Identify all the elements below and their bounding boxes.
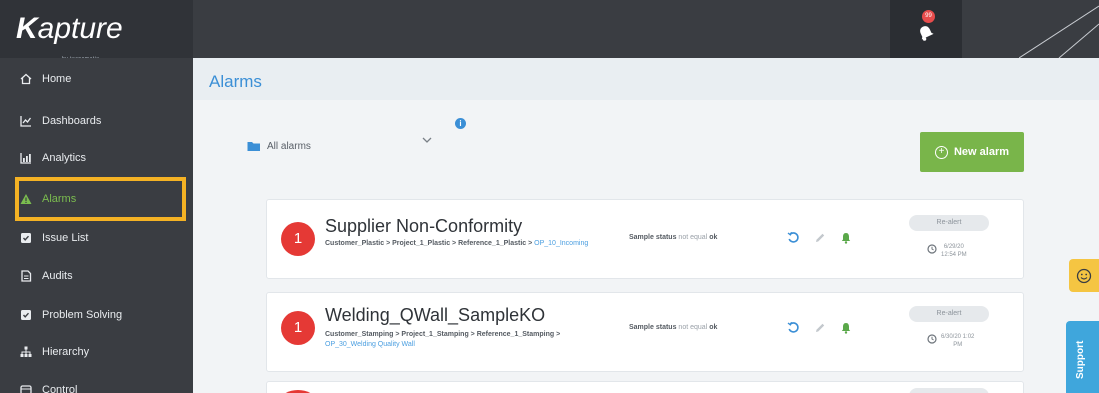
line-chart-icon	[18, 113, 34, 129]
clock-icon	[927, 244, 937, 254]
folder-icon	[247, 142, 260, 151]
alarm-hierarchy-path: Customer_Plastic > Project_1_Plastic > R…	[325, 240, 589, 247]
alarms-highlight-frame	[15, 177, 186, 221]
bell-icon[interactable]	[840, 232, 852, 244]
alarm-date: 6/30/20 1:02 PM	[927, 333, 974, 349]
support-label: Support	[1075, 340, 1086, 379]
new-alarm-button[interactable]: + New alarm	[920, 132, 1024, 172]
notifications-button[interactable]: 99	[890, 0, 962, 58]
edit-icon[interactable]	[814, 322, 826, 334]
alarm-condition: Sample status not equal ok	[629, 324, 718, 331]
alarm-card[interactable]	[266, 381, 1024, 393]
sidebar-item-label: Problem Solving	[42, 309, 123, 321]
history-icon[interactable]	[787, 321, 800, 334]
document-icon	[18, 268, 34, 284]
re-alert-button[interactable]	[909, 388, 989, 393]
alarm-condition: Sample status not equal ok	[629, 234, 718, 241]
sidebar-item-label: Hierarchy	[42, 346, 90, 358]
page-title: Alarms	[209, 72, 262, 91]
sidebar-item-hierarchy[interactable]: Hierarchy	[0, 333, 193, 371]
checkbox-icon	[18, 230, 34, 246]
alarm-hierarchy-path: Customer_Stamping > Project_1_Stamping >…	[325, 331, 561, 348]
top-bar: Kapture by tecnomatix 99	[0, 0, 1099, 63]
home-icon	[18, 71, 34, 87]
alarm-filter-value: All alarms	[267, 141, 311, 152]
sidebar-item-label: Audits	[42, 270, 73, 282]
sidebar-item-home[interactable]: Home	[0, 60, 193, 98]
sidebar-item-label: Dashboards	[42, 115, 102, 127]
hierarchy-icon	[18, 344, 34, 360]
alarm-name: Welding_QWall_SampleKO	[325, 305, 546, 325]
history-icon[interactable]	[787, 231, 800, 244]
sidebar-item-label: Analytics	[42, 152, 87, 164]
sidebar-item-dashboards[interactable]: Dashboards	[0, 102, 193, 140]
sidebar-item-control[interactable]: Control	[0, 371, 193, 393]
info-icon[interactable]: i	[455, 118, 466, 129]
feedback-button[interactable]	[1069, 259, 1099, 292]
alarm-actions	[787, 321, 866, 334]
sidebar: Home Dashboards Analytics Alarms Issue L…	[0, 58, 193, 393]
alarm-operation-link[interactable]: OP_30_Welding Quality Wall	[325, 341, 415, 348]
alarm-card[interactable]: 1 Supplier Non-Conformity Customer_Plast…	[266, 199, 1024, 279]
bar-chart-icon	[18, 150, 34, 166]
alarm-filter-dropdown[interactable]: All alarms	[247, 141, 311, 152]
bell-icon	[920, 26, 934, 41]
re-alert-button[interactable]: Re-alert	[909, 215, 989, 231]
chevron-down-icon[interactable]	[422, 137, 432, 143]
plus-circle-icon: +	[934, 145, 948, 159]
checkbox-icon	[18, 307, 34, 323]
sidebar-item-label: Issue List	[42, 232, 89, 244]
alarm-actions	[787, 231, 866, 244]
new-alarm-label: New alarm	[953, 146, 1010, 158]
edit-icon[interactable]	[814, 232, 826, 244]
decorative-lines	[1019, 5, 1099, 58]
alarm-operation-link[interactable]: OP_10_Incoming	[534, 240, 588, 247]
alarm-count-badge: 1	[281, 222, 315, 256]
sidebar-item-problem-solving[interactable]: Problem Solving	[0, 296, 193, 334]
sidebar-item-analytics[interactable]: Analytics	[0, 139, 193, 177]
smiley-icon	[1076, 268, 1092, 283]
clock-icon	[927, 334, 937, 344]
support-tab[interactable]: Support	[1066, 321, 1099, 393]
sidebar-item-label: Control	[42, 384, 78, 393]
control-icon	[18, 382, 34, 393]
re-alert-button[interactable]: Re-alert	[909, 306, 989, 322]
kapture-logo[interactable]: Kapture by tecnomatix	[16, 14, 123, 63]
sidebar-item-issue-list[interactable]: Issue List	[0, 219, 193, 257]
alarm-card[interactable]: 1 Welding_QWall_SampleKO Customer_Stampi…	[266, 292, 1024, 372]
alarm-count-badge: 1	[281, 311, 315, 345]
bell-icon[interactable]	[840, 322, 852, 334]
sidebar-item-audits[interactable]: Audits	[0, 257, 193, 295]
content-header: Alarms	[193, 58, 1099, 100]
sidebar-item-label: Home	[42, 73, 72, 85]
brand-area[interactable]: Kapture by tecnomatix	[0, 0, 193, 63]
notification-badge: 99	[922, 10, 935, 23]
alarm-name: Supplier Non-Conformity	[325, 216, 523, 236]
alarm-date: 6/29/20 12:54 PM	[927, 243, 967, 259]
